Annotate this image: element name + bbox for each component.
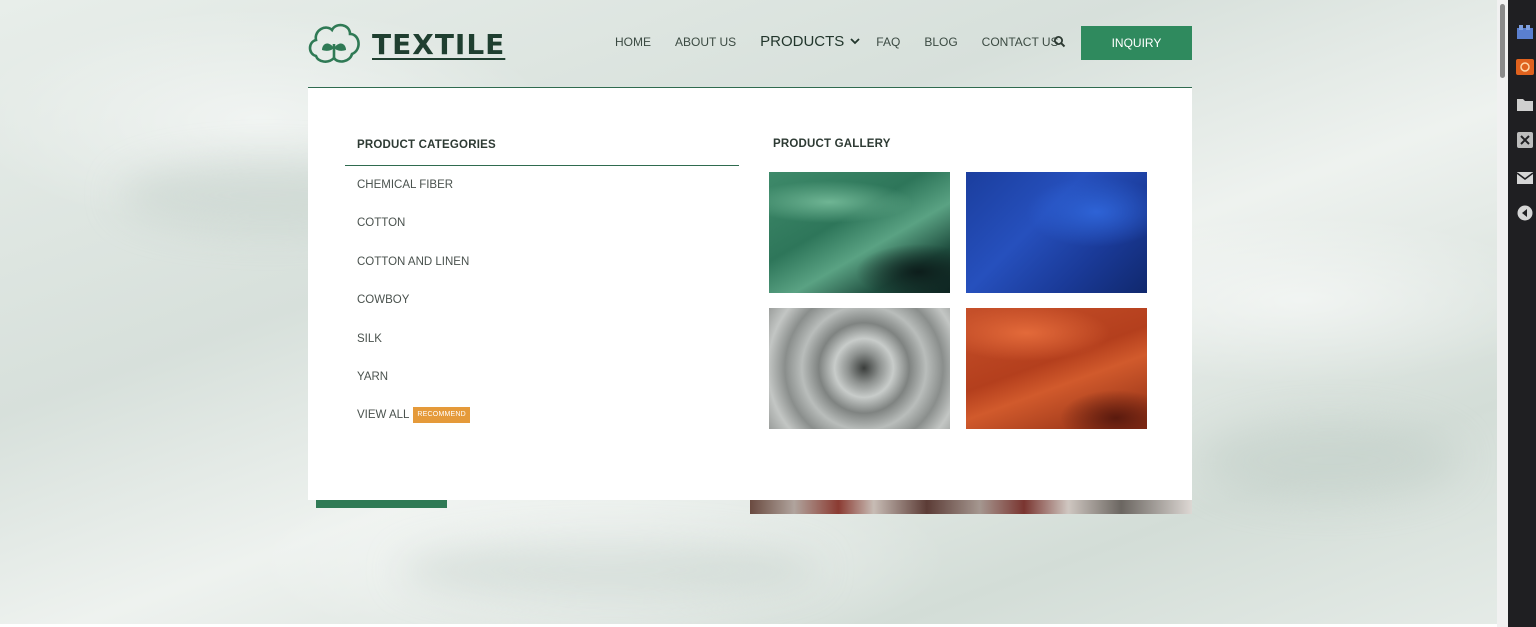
category-cowboy[interactable]: COWBOY: [357, 291, 470, 329]
blue-fabric-image[interactable]: [966, 172, 1147, 293]
nav-faq[interactable]: FAQ: [876, 32, 900, 52]
folder-icon[interactable]: [1516, 96, 1534, 112]
browser-sidebar: [1508, 0, 1536, 627]
category-label: COWBOY: [357, 294, 410, 307]
category-label: COTTON: [357, 217, 406, 230]
cotton-logo-icon: [308, 23, 360, 63]
scrollbar-track[interactable]: [1497, 0, 1508, 627]
orange-app-icon[interactable]: [1516, 59, 1534, 75]
hero-button[interactable]: [316, 499, 447, 508]
nav-blog[interactable]: BLOG: [924, 32, 957, 52]
hero-image: [750, 499, 1192, 514]
mail-icon[interactable]: [1516, 170, 1534, 186]
category-label: YARN: [357, 370, 389, 383]
category-label: VIEW ALL: [357, 409, 410, 422]
categories-divider: [345, 165, 739, 166]
background-fold: [1200, 420, 1460, 500]
green-fabric-image[interactable]: [769, 172, 950, 293]
category-silk[interactable]: SILK: [357, 330, 470, 368]
nav-products[interactable]: PRODUCTS: [760, 32, 844, 52]
category-label: CHEMICAL FIBER: [357, 179, 454, 191]
category-list: CHEMICAL FIBER COTTON COTTON AND LINEN C…: [357, 176, 470, 445]
category-cotton-and-linen[interactable]: COTTON AND LINEN: [357, 253, 470, 291]
play-icon[interactable]: [1516, 205, 1534, 221]
scrollbar-thumb[interactable]: [1500, 4, 1505, 78]
recommend-badge: RECOMMEND: [413, 407, 470, 424]
category-view-all[interactable]: VIEW ALL RECOMMEND: [357, 406, 470, 444]
site-logo[interactable]: TEXTILE: [306, 20, 505, 68]
main-nav: HOME ABOUT US PRODUCTS FAQ BLOG CONTACT …: [615, 32, 1083, 52]
products-mega-menu: PRODUCT CATEGORIES CHEMICAL FIBER COTTON…: [308, 87, 1192, 500]
gray-fabric-image[interactable]: [769, 308, 950, 429]
category-label: SILK: [357, 332, 382, 345]
category-cotton[interactable]: COTTON: [357, 214, 470, 252]
extension-icon[interactable]: [1516, 24, 1534, 40]
nav-about-us[interactable]: ABOUT US: [675, 32, 736, 52]
orange-fabric-image[interactable]: [966, 308, 1147, 429]
category-label: COTTON AND LINEN: [357, 255, 470, 268]
nav-contact-us[interactable]: CONTACT US: [982, 32, 1059, 52]
logo-text: TEXTILE: [372, 27, 506, 61]
chevron-down-icon[interactable]: [850, 36, 860, 48]
product-gallery-title: PRODUCT GALLERY: [773, 138, 891, 150]
background-fold: [400, 540, 820, 600]
category-chemical-fiber[interactable]: CHEMICAL FIBER: [357, 176, 470, 214]
product-categories-title: PRODUCT CATEGORIES: [357, 139, 496, 151]
inquiry-button[interactable]: INQUIRY: [1081, 26, 1192, 60]
close-box-icon[interactable]: [1516, 132, 1534, 148]
category-yarn[interactable]: YARN: [357, 368, 470, 406]
search-icon[interactable]: [1053, 35, 1067, 49]
nav-home[interactable]: HOME: [615, 32, 651, 52]
